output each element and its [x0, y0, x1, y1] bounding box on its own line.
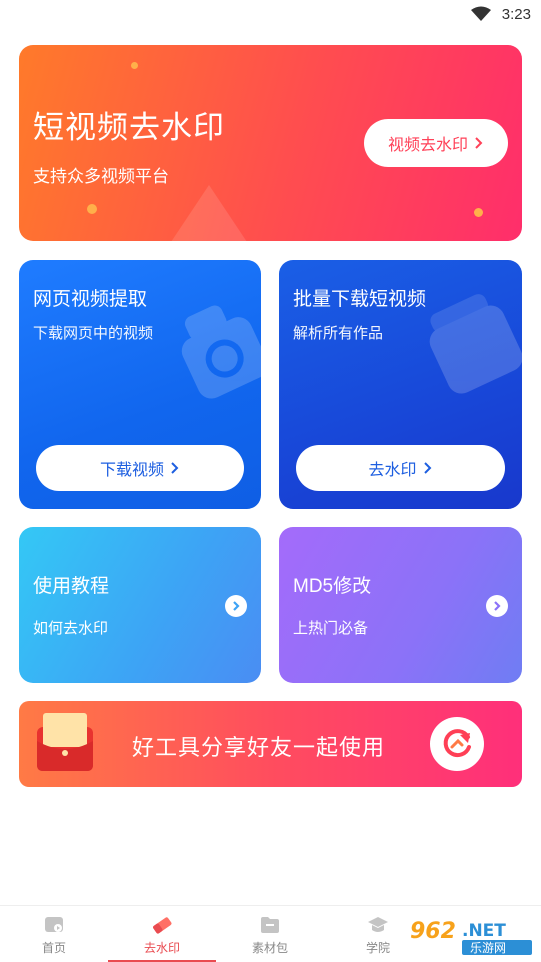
- card-subtitle: 解析所有作品: [293, 325, 384, 342]
- video-icon: [429, 294, 522, 394]
- tutorial-card[interactable]: 使用教程 如何去水印: [19, 527, 261, 683]
- tab-home[interactable]: 首页: [0, 906, 108, 962]
- button-label: 下载视频: [99, 462, 164, 479]
- banner-subtitle: 支持众多视频平台: [33, 167, 169, 186]
- card-title: 使用教程: [33, 576, 110, 597]
- md5-modify-card[interactable]: MD5修改 上热门必备: [279, 527, 522, 683]
- home-video-icon: [45, 917, 63, 932]
- decor-dot: [87, 204, 97, 214]
- wifi-icon: [471, 6, 491, 21]
- folder-icon: [261, 917, 279, 933]
- remove-watermark-banner[interactable]: 短视频去水印 支持众多视频平台 视频去水印: [19, 45, 522, 241]
- decor-triangle: [169, 185, 249, 241]
- camera-icon: [181, 305, 261, 399]
- card-subtitle: 上热门必备: [293, 620, 369, 637]
- chevron-right-icon: [423, 462, 431, 474]
- tab-label: 学院: [365, 941, 390, 955]
- tab-remove-watermark[interactable]: 去水印: [108, 906, 216, 962]
- tab-label: 去水印: [143, 941, 180, 955]
- decor-dot: [131, 62, 138, 69]
- card-title: 网页视频提取: [33, 289, 148, 310]
- site-watermark-logo: 962 .NET 乐游网: [404, 914, 537, 958]
- card-title: MD5修改: [293, 576, 372, 597]
- button-label: 视频去水印: [387, 137, 468, 154]
- card-subtitle: 下载网页中的视频: [33, 325, 154, 342]
- status-time: 3:23: [501, 6, 531, 23]
- download-video-button[interactable]: 下载视频: [36, 445, 244, 491]
- eraser-icon: [153, 917, 172, 934]
- chevron-right-icon: [171, 462, 179, 474]
- red-envelope-icon: [37, 713, 93, 771]
- card-subtitle: 如何去水印: [33, 620, 109, 637]
- graduation-cap-icon: [368, 917, 388, 932]
- card-title: 批量下载短视频: [293, 289, 427, 310]
- chevron-right-icon[interactable]: [225, 595, 247, 617]
- batch-download-card[interactable]: 批量下载短视频 解析所有作品 去水印: [279, 260, 522, 509]
- tab-label: 素材包: [251, 941, 288, 955]
- svg-text:乐游网: 乐游网: [470, 941, 506, 955]
- decor-dot: [474, 208, 483, 217]
- button-label: 去水印: [368, 462, 417, 479]
- svg-text:.NET: .NET: [462, 921, 506, 941]
- chevron-right-icon[interactable]: [486, 595, 508, 617]
- banner-title: 短视频去水印: [33, 110, 225, 145]
- tab-label: 首页: [41, 941, 66, 955]
- web-video-extract-card[interactable]: 网页视频提取 下载网页中的视频 下载视频: [19, 260, 261, 509]
- status-bar: 3:23: [0, 0, 541, 30]
- tab-materials[interactable]: 素材包: [216, 906, 324, 962]
- svg-text:962: 962: [410, 919, 456, 944]
- share-text: 好工具分享好友一起使用: [132, 735, 386, 760]
- chevron-right-icon: [475, 137, 483, 149]
- share-icon[interactable]: [430, 717, 484, 771]
- share-banner[interactable]: 好工具分享好友一起使用: [19, 701, 522, 787]
- video-remove-watermark-button[interactable]: 视频去水印: [364, 119, 508, 167]
- remove-watermark-button[interactable]: 去水印: [296, 445, 505, 491]
